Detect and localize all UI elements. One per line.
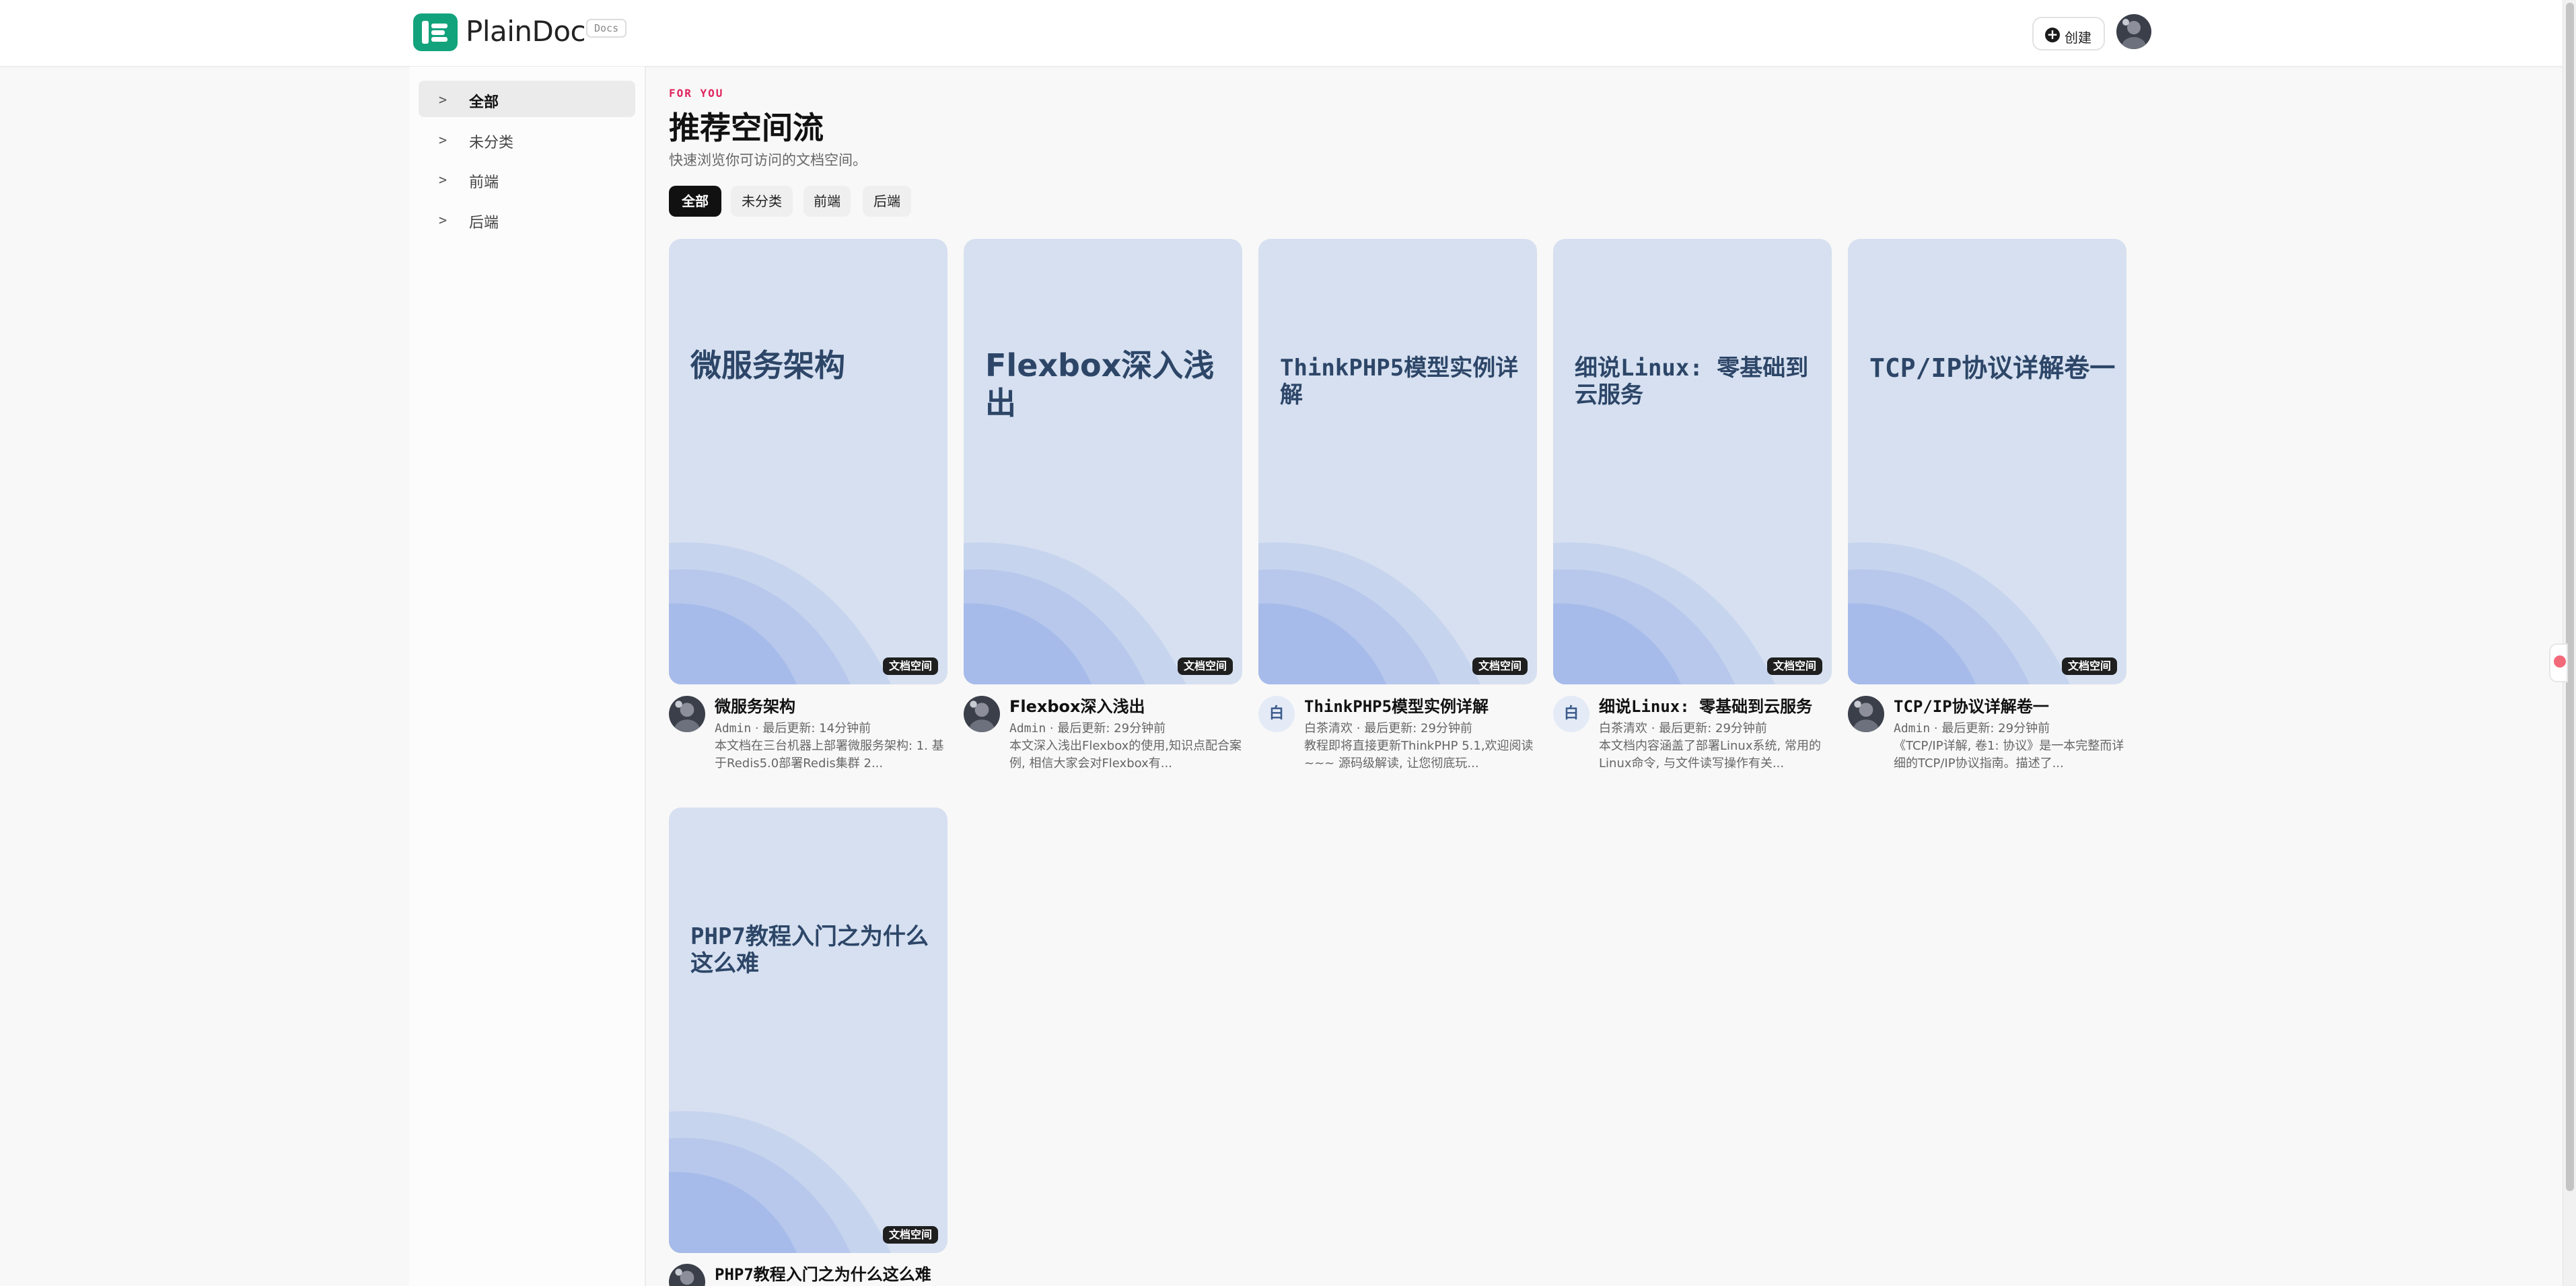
cover-title: PHP7教程入门之为什么这么难 [690, 923, 929, 977]
card-description: 本文深入浅出Flexbox的使用,知识点配合案例, 相信大家会对Flexbox有… [1009, 739, 1242, 771]
card-info: Admin · 最后更新: 14分钟前 [715, 719, 871, 736]
cover-title: 微服务架构 [690, 347, 845, 384]
card-updated: 最后更新: 29分钟前 [1057, 721, 1166, 736]
chevron-right-icon: > [439, 212, 448, 228]
card-updated: 最后更新: 29分钟前 [1364, 721, 1472, 736]
card-info: 白茶清欢 · 最后更新: 29分钟前 [1599, 719, 1767, 736]
author-avatar [669, 1264, 705, 1286]
space-card-cover[interactable]: Flexbox深入浅出 文档空间 [964, 239, 1242, 684]
docs-badge: Docs [586, 19, 627, 38]
cover-title: TCP/IP协议详解卷一 [1869, 353, 2116, 383]
card-title[interactable]: 微服务架构 [715, 693, 795, 717]
card-author: Admin [1009, 721, 1046, 736]
card-separator: · [1933, 721, 1938, 736]
space-type-badge: 文档空间 [882, 657, 938, 675]
card-separator: · [1356, 721, 1361, 736]
card-title[interactable]: ThinkPHP5模型实例详解 [1304, 693, 1489, 717]
sidebar-item-frontend[interactable]: > 前端 [419, 161, 635, 197]
sidebar-item-label: 全部 [469, 94, 499, 111]
card-title[interactable]: TCP/IP协议详解卷一 [1894, 693, 2049, 717]
card-updated: 最后更新: 14分钟前 [762, 721, 871, 736]
top-header: PlainDoc Docs + 创建 [0, 0, 2563, 67]
sidebar-item-label: 前端 [469, 174, 499, 191]
plus-icon: + [2045, 28, 2060, 42]
space-type-badge: 文档空间 [2061, 657, 2117, 675]
logo-text[interactable]: PlainDoc [466, 15, 586, 48]
cover-title: Flexbox深入浅出 [985, 347, 1215, 421]
author-avatar [964, 696, 1000, 732]
author-avatar: 白 [1553, 696, 1589, 732]
section-eyebrow: FOR YOU [669, 87, 724, 100]
card-author: 白茶清欢 [1304, 721, 1353, 736]
floating-widget-handle[interactable] [2549, 643, 2568, 682]
space-type-badge: 文档空间 [882, 1226, 938, 1244]
space-card-meta: PHP7教程入门之为什么这么难 [669, 1261, 952, 1286]
space-card-cover[interactable]: ThinkPHP5模型实例详解 文档空间 [1258, 239, 1537, 684]
space-card-cover[interactable]: 细说Linux: 零基础到云服务 文档空间 [1553, 239, 1832, 684]
page-title: 推荐空间流 [669, 110, 824, 146]
card-updated: 最后更新: 29分钟前 [1941, 721, 2050, 736]
sidebar-item-label: 后端 [469, 215, 499, 231]
card-info: Admin · 最后更新: 29分钟前 [1894, 719, 2050, 736]
card-separator: · [1049, 721, 1054, 736]
chevron-right-icon: > [439, 132, 448, 148]
cover-title: 细说Linux: 零基础到云服务 [1575, 355, 1809, 408]
sidebar-item-backend[interactable]: > 后端 [419, 201, 635, 238]
author-avatar [1848, 696, 1884, 732]
card-separator: · [754, 721, 759, 736]
filter-tab-backend[interactable]: 后端 [863, 186, 911, 217]
chevron-right-icon: > [439, 172, 448, 188]
card-info: Admin · 最后更新: 29分钟前 [1009, 719, 1166, 736]
card-author: Admin [1894, 721, 1931, 736]
card-separator: · [1651, 721, 1655, 736]
filter-tab-all[interactable]: 全部 [669, 186, 721, 217]
sidebar-item-uncategorized[interactable]: > 未分类 [419, 121, 635, 157]
filter-tab-frontend[interactable]: 前端 [803, 186, 851, 217]
page-subtitle: 快速浏览你可访问的文档空间。 [669, 152, 867, 168]
sidebar-item-all[interactable]: > 全部 [419, 81, 635, 117]
card-title[interactable]: 细说Linux: 零基础到云服务 [1599, 693, 1812, 717]
category-sidebar: > 全部 > 未分类 > 前端 > 后端 [409, 67, 646, 1286]
card-author: Admin [715, 721, 752, 736]
card-author: 白茶清欢 [1599, 721, 1647, 736]
sidebar-item-label: 未分类 [469, 135, 514, 151]
card-description: 《TCP/IP详解, 卷1: 协议》是一本完整而详细的TCP/IP协议指南。描述… [1894, 739, 2124, 771]
space-type-badge: 文档空间 [1766, 657, 1822, 675]
space-type-badge: 文档空间 [1177, 657, 1233, 675]
user-avatar[interactable] [2116, 14, 2151, 49]
card-description: 教程即将直接更新ThinkPHP 5.1,欢迎阅读~~~ 源码级解读, 让您彻底… [1304, 739, 1534, 771]
card-title[interactable]: Flexbox深入浅出 [1009, 693, 1145, 717]
logo-icon[interactable] [413, 13, 458, 51]
space-card-cover[interactable]: 微服务架构 文档空间 [669, 239, 947, 684]
author-avatar [669, 696, 705, 732]
card-info: 白茶清欢 · 最后更新: 29分钟前 [1304, 719, 1472, 736]
widget-icon [2554, 655, 2566, 668]
space-type-badge: 文档空间 [1472, 657, 1528, 675]
scrollbar-thumb[interactable] [2566, 3, 2574, 1191]
filter-tab-uncategorized[interactable]: 未分类 [731, 186, 793, 217]
author-avatar: 白 [1258, 696, 1295, 732]
chevron-right-icon: > [439, 92, 448, 108]
space-card-cover[interactable]: PHP7教程入门之为什么这么难 文档空间 [669, 808, 947, 1253]
card-description: 本文档内容涵盖了部署Linux系统, 常用的Linux命令, 与文件读写操作有关… [1599, 739, 1821, 771]
space-card-cover[interactable]: TCP/IP协议详解卷一 文档空间 [1848, 239, 2126, 684]
card-updated: 最后更新: 29分钟前 [1659, 721, 1767, 736]
cover-title: ThinkPHP5模型实例详解 [1280, 355, 1519, 408]
create-button-label: 创建 [2065, 30, 2091, 46]
create-button[interactable]: + 创建 [2032, 17, 2105, 50]
card-description: 本文档在三台机器上部署微服务架构: 1. 基于Redis5.0部署Redis集群… [715, 739, 944, 771]
card-title[interactable]: PHP7教程入门之为什么这么难 [715, 1261, 931, 1285]
